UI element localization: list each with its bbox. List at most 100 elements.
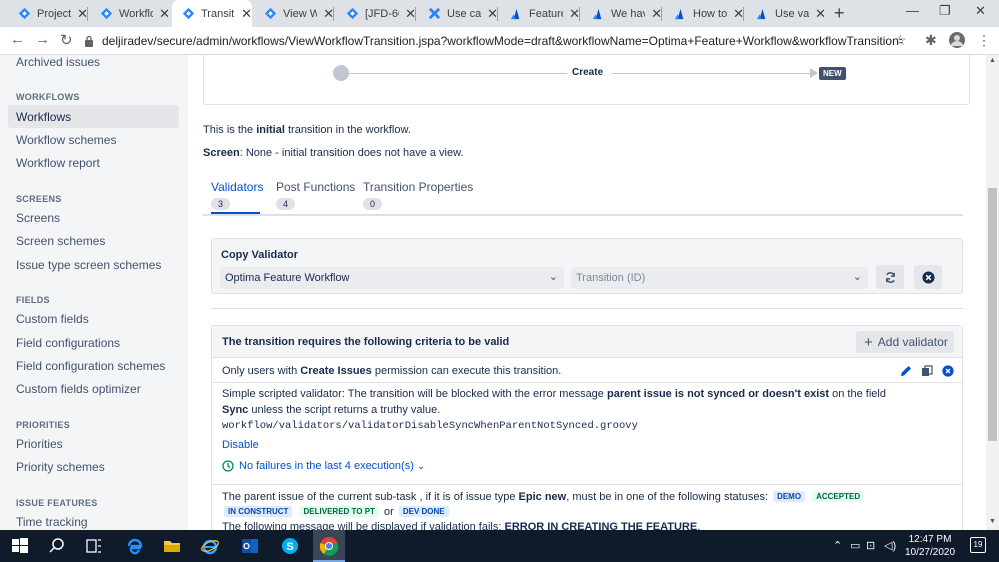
- sidebar-item-workflow-schemes[interactable]: Workflow schemes: [16, 133, 116, 147]
- skype-icon[interactable]: S: [280, 536, 300, 556]
- status-lozenge: DEV DONE: [398, 506, 449, 517]
- sidebar-item-archived-issues[interactable]: Archived issues: [16, 55, 100, 69]
- new-tab-button[interactable]: +: [834, 3, 845, 24]
- transition-select[interactable]: Transition (ID) ⌄: [571, 267, 868, 289]
- tab-title: Use val: [775, 7, 810, 20]
- sidebar-item-field-configurations[interactable]: Field configurations: [16, 336, 120, 350]
- browser-tab-active[interactable]: Transition ✕: [172, 0, 252, 27]
- close-circle-icon: [921, 270, 935, 284]
- tab-transition-properties[interactable]: Transition Properties 0: [363, 180, 473, 210]
- status-lozenge-new: NEW: [819, 67, 846, 80]
- disable-link[interactable]: Disable: [222, 439, 259, 451]
- volume-icon[interactable]: ◁): [884, 539, 896, 552]
- status-lozenge: DEMO: [773, 491, 806, 502]
- browser-tab[interactable]: How to ✕: [664, 0, 744, 27]
- sidebar-item-time-tracking[interactable]: Time tracking: [16, 515, 88, 529]
- execution-status[interactable]: No failures in the last 4 execution(s) ⌄: [222, 460, 425, 472]
- page-scrollbar[interactable]: ▲ ▼: [986, 55, 999, 530]
- outlook-icon[interactable]: [240, 536, 260, 556]
- browser-tab[interactable]: View W ✕: [254, 0, 334, 27]
- tab-separator: [579, 7, 580, 21]
- battery-icon[interactable]: ▭: [850, 539, 860, 552]
- address-bar[interactable]: deljiradev/secure/admin/workflows/ViewWo…: [84, 30, 916, 52]
- sidebar-item-priority-schemes[interactable]: Priority schemes: [16, 460, 105, 474]
- workflow-select[interactable]: Optima Feature Workflow ⌄: [220, 267, 564, 289]
- tray-chevron-up-icon[interactable]: ⌃: [833, 539, 842, 552]
- sidebar-item-issue-type-screen-schemes[interactable]: Issue type screen schemes: [16, 258, 161, 272]
- forward-icon[interactable]: →: [35, 31, 50, 48]
- scrollbar-thumb[interactable]: [988, 188, 997, 441]
- tab-title: Feature: [529, 7, 563, 20]
- edit-pencil-icon[interactable]: [900, 365, 912, 377]
- tab-validators[interactable]: Validators 3: [211, 180, 264, 214]
- window-close-icon[interactable]: ✕: [975, 3, 986, 19]
- tab-label: Validators: [211, 180, 264, 194]
- divider: [211, 308, 963, 309]
- sidebar-heading-fields: FIELDS: [16, 295, 50, 305]
- sidebar-item-custom-fields[interactable]: Custom fields: [16, 312, 89, 326]
- browser-tab[interactable]: Project ✕: [8, 0, 88, 27]
- search-icon[interactable]: [47, 536, 67, 556]
- browser-toolbar: ← → ↻ deljiradev/secure/admin/workflows/…: [0, 27, 999, 55]
- back-icon[interactable]: ←: [10, 31, 25, 48]
- jira-icon: [346, 7, 359, 20]
- browser-tab[interactable]: Use cas ✕: [418, 0, 498, 27]
- reload-icon[interactable]: ↻: [60, 31, 73, 49]
- sidebar-item-screens[interactable]: Screens: [16, 211, 60, 225]
- sidebar-item-screen-schemes[interactable]: Screen schemes: [16, 234, 105, 248]
- restore-icon[interactable]: ❐: [939, 3, 951, 19]
- scroll-up-icon[interactable]: ▲: [989, 57, 996, 64]
- task-view-icon[interactable]: [84, 536, 104, 556]
- copy-icon[interactable]: [921, 365, 933, 377]
- file-explorer-icon[interactable]: [162, 536, 182, 556]
- sidebar-item-custom-fields-optimizer[interactable]: Custom fields optimizer: [16, 382, 141, 396]
- clock-date: 10/27/2020: [904, 547, 956, 558]
- browser-tab[interactable]: [JFD-60 ✕: [336, 0, 416, 27]
- scroll-down-icon[interactable]: ▼: [989, 518, 996, 525]
- bookmark-star-icon[interactable]: ☆: [894, 32, 907, 49]
- tab-title: Transition: [201, 7, 235, 20]
- chevron-down-icon: ⌄: [852, 271, 862, 283]
- extensions-icon[interactable]: ✱: [925, 32, 937, 49]
- sidebar-item-priorities[interactable]: Priorities: [16, 437, 63, 451]
- tab-separator: [87, 7, 88, 21]
- minimize-icon[interactable]: —: [906, 3, 919, 18]
- confluence-x-icon: [428, 7, 441, 20]
- taskbar-clock[interactable]: 12:47 PM 10/27/2020: [900, 533, 960, 559]
- internet-explorer-icon[interactable]: [200, 536, 220, 556]
- close-icon[interactable]: ✕: [241, 6, 252, 22]
- windows-start-icon[interactable]: [10, 536, 30, 556]
- sidebar-item-workflow-report[interactable]: Workflow report: [16, 156, 100, 170]
- plus-icon: +: [864, 333, 873, 351]
- network-icon[interactable]: ⊡: [866, 539, 875, 552]
- validator-text: Only users with Create Issues permission…: [222, 365, 562, 377]
- copy-cancel-button[interactable]: [914, 265, 942, 289]
- profile-avatar[interactable]: [948, 31, 966, 49]
- validators-panel: The transition requires the following cr…: [211, 325, 963, 530]
- validator-row: Only users with Create Issues permission…: [212, 359, 962, 383]
- browser-menu-icon[interactable]: ⋮: [977, 32, 991, 49]
- transition-line: [349, 73, 567, 74]
- add-validator-button[interactable]: + Add validator: [856, 331, 954, 353]
- sidebar-item-field-configuration-schemes[interactable]: Field configuration schemes: [16, 359, 165, 373]
- close-icon[interactable]: ✕: [159, 6, 170, 22]
- tab-title: Use cas: [447, 7, 482, 20]
- validators-header: The transition requires the following cr…: [212, 326, 962, 358]
- edge-icon[interactable]: [125, 536, 145, 556]
- close-icon[interactable]: ✕: [815, 6, 826, 22]
- tab-post-functions[interactable]: Post Functions 4: [276, 180, 355, 210]
- status-lozenge: IN CONSTRUCT: [224, 506, 293, 517]
- browser-tab[interactable]: Feature ✕: [500, 0, 580, 27]
- validators-heading: The transition requires the following cr…: [222, 336, 510, 348]
- notification-center-icon[interactable]: 19: [970, 537, 986, 553]
- browser-tab[interactable]: Workflow ✕: [90, 0, 170, 27]
- copy-sync-button[interactable]: [876, 265, 904, 289]
- chrome-taskbar-active[interactable]: [313, 530, 345, 562]
- validator-text: Simple scripted validator: The transitio…: [222, 388, 886, 400]
- browser-tab[interactable]: Use val ✕: [746, 0, 826, 27]
- sidebar-heading-workflows: WORKFLOWS: [16, 92, 80, 102]
- browser-tab[interactable]: We hav ✕: [582, 0, 662, 27]
- sidebar-item-workflows[interactable]: Workflows: [16, 110, 71, 124]
- clock-time: 12:47 PM: [908, 534, 952, 545]
- delete-icon[interactable]: [942, 365, 954, 377]
